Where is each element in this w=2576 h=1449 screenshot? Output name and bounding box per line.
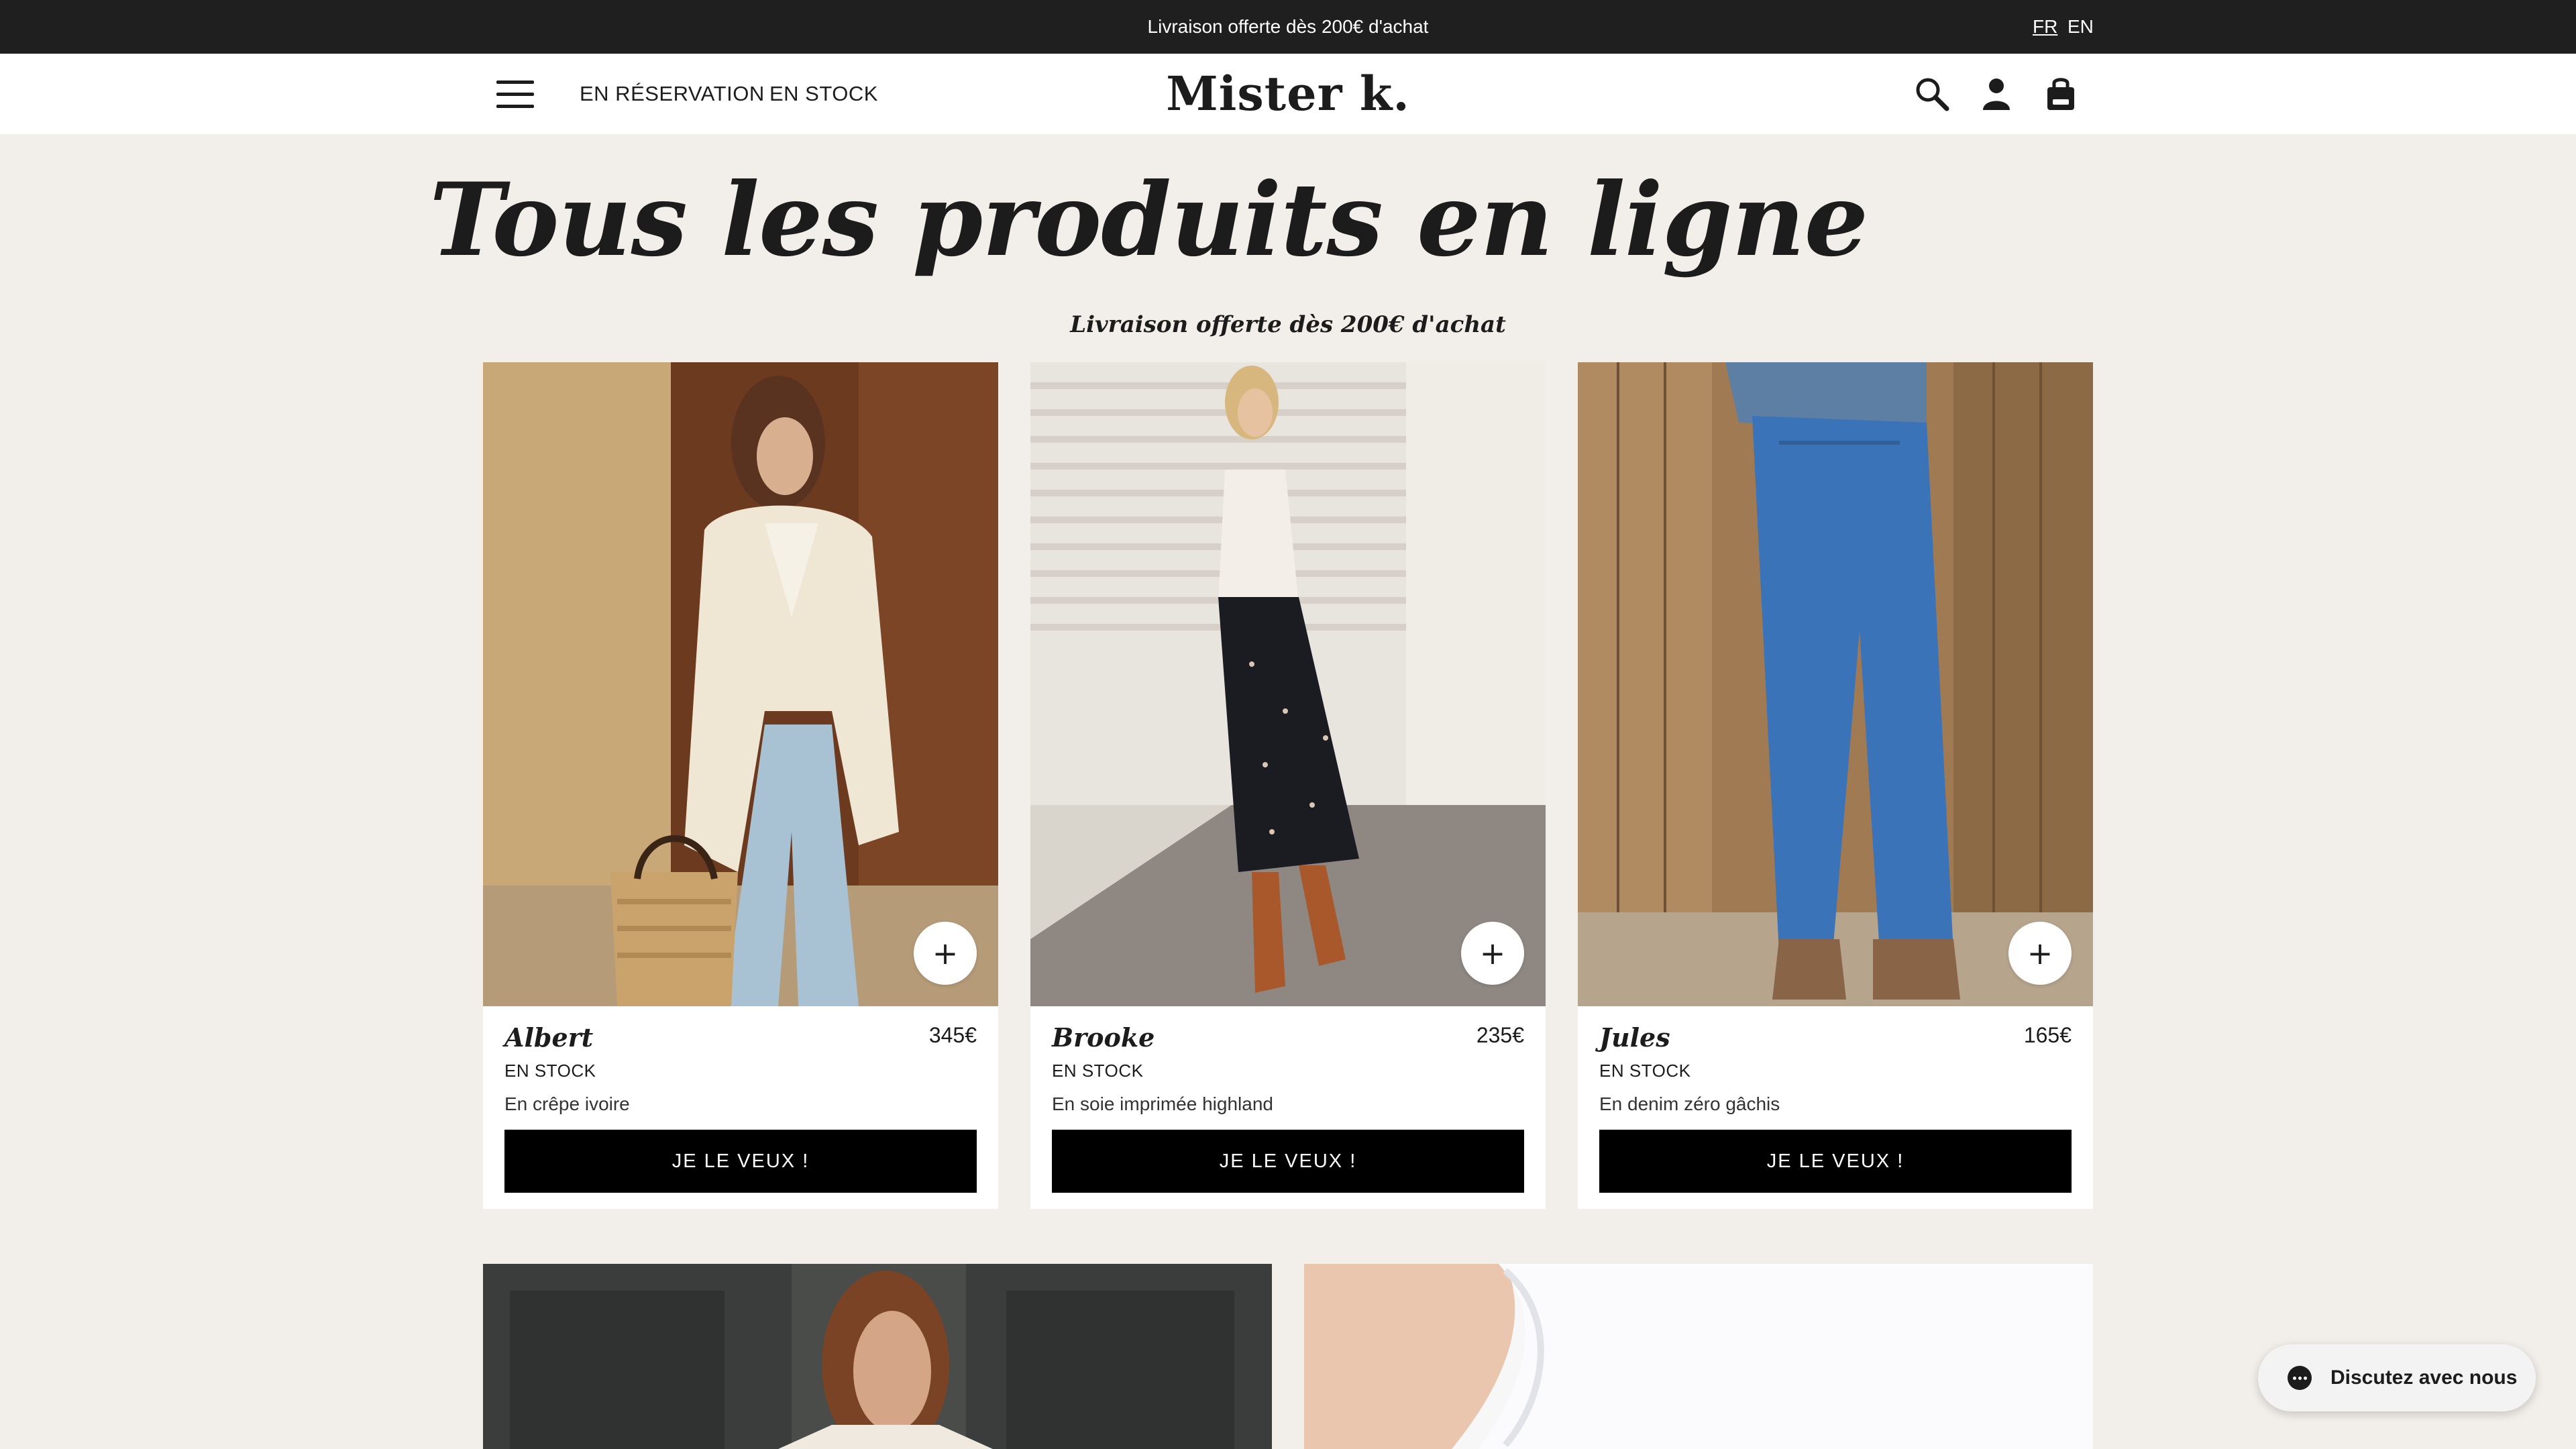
product-description: En soie imprimée highland [1052, 1093, 1273, 1114]
chat-widget-button[interactable]: Discutez avec nous [2258, 1344, 2536, 1411]
product-card[interactable]: + Albert 345€ EN STOCK En crêpe ivoire J… [483, 362, 998, 1209]
announcement-bar: Livraison offerte dès 200€ d'achat FR EN [0, 0, 2576, 54]
product-image[interactable]: + [483, 362, 998, 1006]
stock-status: EN STOCK [1052, 1061, 1144, 1081]
product-price: 345€ [928, 1023, 977, 1047]
quick-add-button[interactable]: + [914, 922, 977, 985]
menu-icon[interactable] [496, 80, 534, 109]
site-logo[interactable]: Mister k. [1140, 54, 1436, 134]
stock-status: EN STOCK [1599, 1061, 1691, 1081]
language-en-link[interactable]: EN [2068, 0, 2094, 54]
buy-button[interactable]: JE LE VEUX ! [1052, 1130, 1524, 1193]
product-card[interactable]: + Brooke 235€ EN STOCK En soie imprimée … [1030, 362, 1546, 1209]
chat-icon [2288, 1366, 2312, 1390]
shipping-subtitle: Livraison offerte dès 200€ d'achat [1070, 311, 1506, 338]
product-price: 235€ [1476, 1023, 1524, 1047]
quick-add-button[interactable]: + [1461, 922, 1524, 985]
product-name[interactable]: Albert [504, 1020, 593, 1056]
product-price: 165€ [2023, 1023, 2072, 1047]
bag-icon[interactable] [2039, 72, 2082, 115]
product-image[interactable]: + [1578, 362, 2093, 1006]
language-fr-link[interactable]: FR [2033, 0, 2057, 54]
search-icon[interactable] [1911, 72, 1953, 115]
buy-button[interactable]: JE LE VEUX ! [504, 1130, 977, 1193]
product-name[interactable]: Brooke [1052, 1020, 1155, 1056]
announcement-message: Livraison offerte dès 200€ d'achat [1147, 16, 1429, 37]
product-image[interactable]: + [1030, 362, 1546, 1006]
product-card[interactable]: + Jules 165€ EN STOCK En denim zéro gâch… [1578, 362, 2093, 1209]
product-name[interactable]: Jules [1599, 1020, 1670, 1056]
buy-button[interactable]: JE LE VEUX ! [1599, 1130, 2072, 1193]
page-title: Tous les produits en ligne [429, 161, 1868, 279]
nav-link-reservation[interactable]: EN RÉSERVATION [580, 54, 765, 134]
feature-image[interactable] [1304, 1264, 2093, 1449]
site-header: EN RÉSERVATION EN STOCK Mister k. [0, 54, 2576, 134]
product-description: En crêpe ivoire [504, 1093, 630, 1114]
feature-image[interactable] [483, 1264, 1272, 1449]
quick-add-button[interactable]: + [2008, 922, 2072, 985]
account-icon[interactable] [1975, 72, 2018, 115]
stock-status: EN STOCK [504, 1061, 596, 1081]
nav-link-stock[interactable]: EN STOCK [769, 54, 878, 134]
product-description: En denim zéro gâchis [1599, 1093, 1780, 1114]
chat-label: Discutez avec nous [2330, 1366, 2518, 1389]
